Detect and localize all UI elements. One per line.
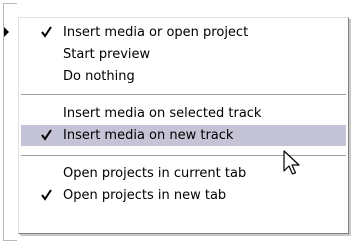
context-submenu: Insert media or open project Start previ…: [18, 17, 349, 234]
menu-item-insert-media-on-new-track[interactable]: Insert media on new track: [21, 125, 346, 146]
menu-item-label: Do nothing: [63, 69, 135, 84]
menu-item-label: Start preview: [63, 47, 151, 62]
menu-item-label: Open projects in current tab: [63, 166, 247, 181]
menu-separator: [21, 94, 346, 96]
menu-item-label: Insert media on selected track: [63, 106, 262, 121]
menu-item-insert-media-on-selected-track[interactable]: Insert media on selected track: [21, 103, 346, 124]
menu-item-label: Insert media on new track: [63, 128, 234, 143]
parent-menu-edge-bottom: [3, 240, 17, 241]
parent-menu-edge-top: [3, 3, 17, 4]
menu-item-insert-media-or-open-project[interactable]: Insert media or open project: [21, 22, 346, 43]
submenu-arrow-icon: [4, 27, 9, 37]
check-icon: [41, 189, 52, 201]
menu-item-open-projects-in-new-tab[interactable]: Open projects in new tab: [21, 185, 346, 206]
mouse-pointer-icon: [283, 150, 300, 175]
check-icon: [41, 129, 52, 141]
menu-item-do-nothing[interactable]: Do nothing: [21, 66, 346, 87]
menu-item-start-preview[interactable]: Start preview: [21, 44, 346, 65]
check-icon: [41, 26, 52, 38]
menu-item-label: Open projects in new tab: [63, 188, 227, 203]
menu-item-label: Insert media or open project: [63, 25, 249, 40]
